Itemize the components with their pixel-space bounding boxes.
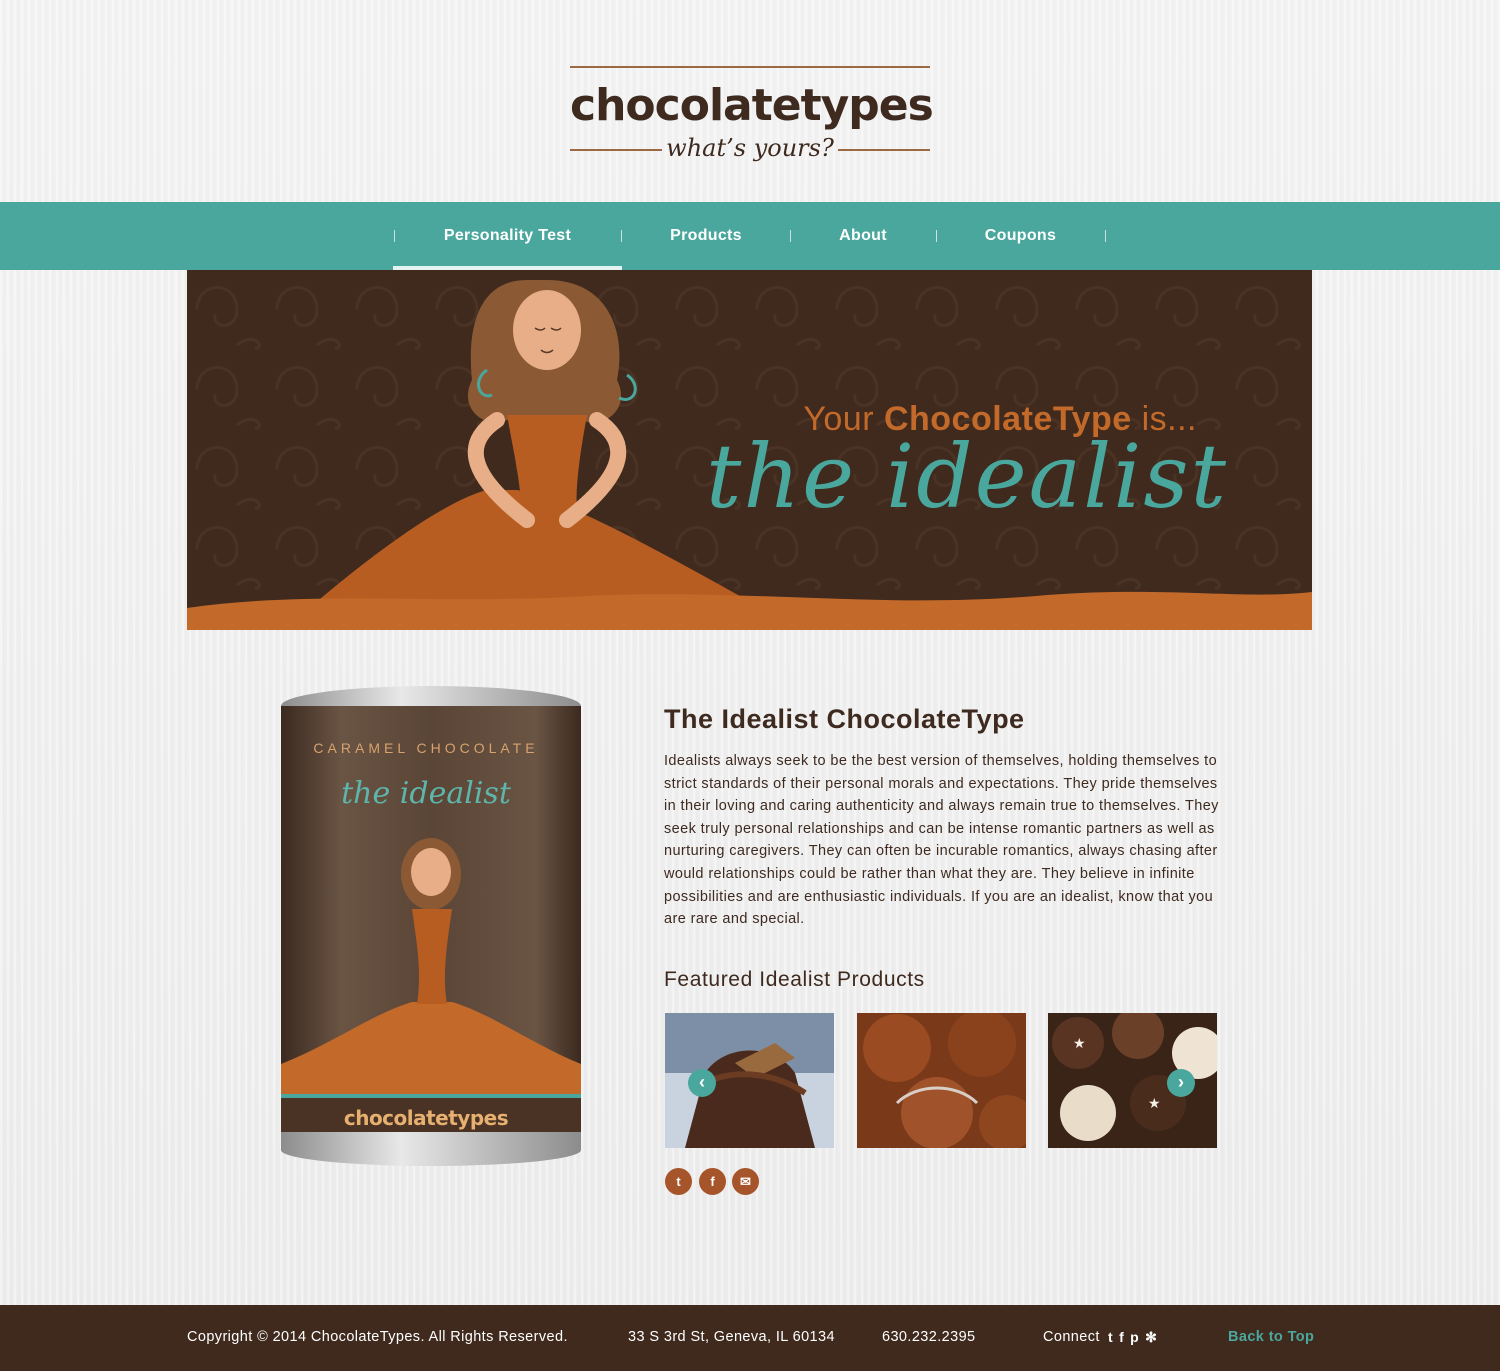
nav-item-personality-test[interactable]: Personality Test [393,202,622,270]
chevron-right-icon: › [1178,1072,1184,1092]
carousel-next-button[interactable]: › [1167,1069,1195,1097]
can-brand: chocolatetypes [343,1106,509,1130]
tagline-rule-left [570,149,662,151]
carousel-prev-button[interactable]: ‹ [688,1069,716,1097]
nav-item-products[interactable]: Products [622,202,790,270]
can-flavor: CARAMEL CHOCOLATE [313,740,539,756]
site-footer: Copyright © 2014 ChocolateTypes. All Rig… [0,1305,1500,1371]
truffles-image [857,1013,1026,1148]
logo-tagline-row: what’s yours? [570,134,930,164]
site-logo[interactable]: chocolatetypes what’s yours? [570,66,934,166]
main-nav: Personality Test Products About Coupons [0,202,1500,270]
footer-copyright: Copyright © 2014 ChocolateTypes. All Rig… [187,1329,568,1345]
tagline-rule-right [838,149,930,151]
back-to-top-link[interactable]: Back to Top [1228,1329,1314,1345]
can-illustration [281,686,581,1166]
product-thumbnail-sprinkle-truffles[interactable] [857,1013,1026,1148]
product-can: CARAMEL CHOCOLATE the idealist chocolate… [272,684,590,1174]
footer-phone[interactable]: 630.232.2395 [882,1329,976,1345]
can-type: the idealist [341,776,511,811]
email-icon: ✉ [740,1174,751,1189]
type-description: Idealists always seek to be the best ver… [664,753,1219,928]
svg-text:★: ★ [1073,1036,1086,1052]
footer-connect-label: Connect [1043,1329,1100,1345]
banner-type-name: the idealist [706,425,1228,528]
share-facebook-button[interactable]: f [699,1168,726,1195]
yelp-icon[interactable]: ✻ [1145,1329,1157,1345]
nav-item-about[interactable]: About [790,202,936,270]
twitter-icon: t [676,1174,681,1189]
logo-tagline: what’s yours? [666,134,834,162]
share-email-button[interactable]: ✉ [732,1168,759,1195]
nav-item-coupons[interactable]: Coupons [936,202,1105,270]
twitter-icon[interactable]: t [1108,1329,1113,1345]
facebook-icon: f [710,1174,715,1189]
featured-heading: Featured Idealist Products [664,968,925,991]
footer-social-icons: t f p ✻ [1108,1329,1163,1346]
logo-rule [570,66,930,68]
footer-address: 33 S 3rd St, Geneva, IL 60134 [628,1329,835,1345]
hero-banner: Your ChocolateType is... the idealist [187,270,1312,630]
pinterest-icon[interactable]: p [1130,1329,1139,1345]
type-title: The Idealist ChocolateType [664,704,1025,734]
nav-separator [1105,230,1106,242]
svg-text:★: ★ [1148,1096,1161,1112]
share-twitter-button[interactable]: t [665,1168,692,1195]
facebook-icon[interactable]: f [1119,1329,1124,1345]
logo-wordmark: chocolatetypes [570,80,934,131]
chevron-left-icon: ‹ [699,1072,705,1092]
